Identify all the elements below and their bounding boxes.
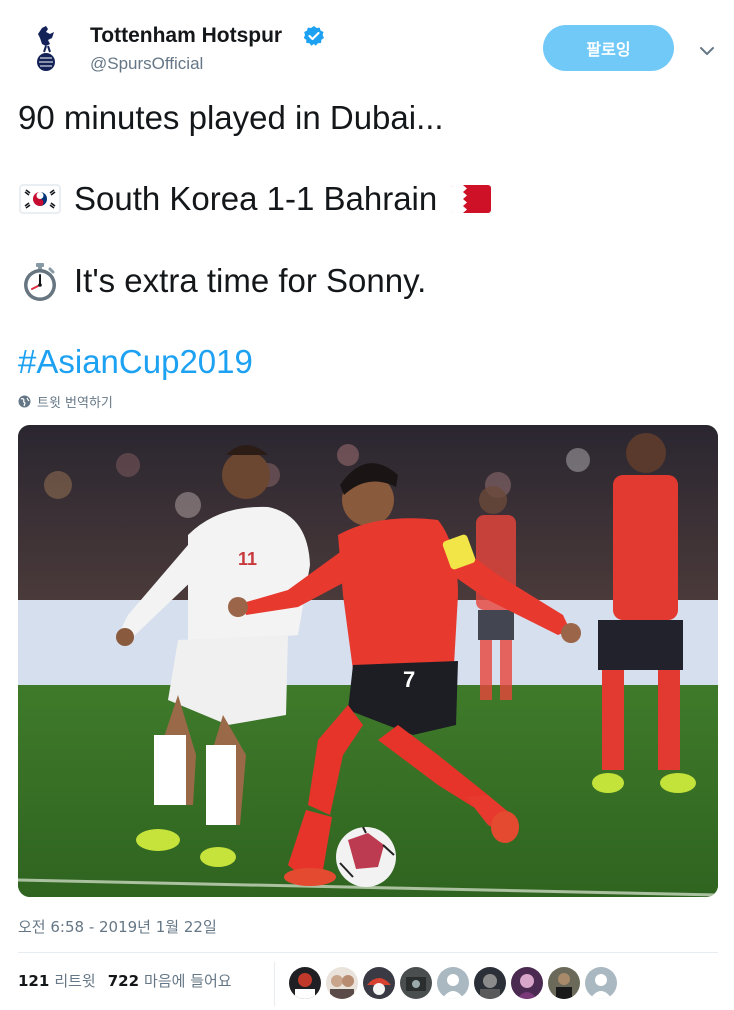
avatar-default-icon[interactable] xyxy=(585,967,617,999)
tweet-line-2: South Korea 1-1 Bahrain xyxy=(18,179,493,219)
globe-icon xyxy=(18,395,31,408)
translate-label: 트윗 번역하기 xyxy=(37,396,113,411)
spurs-logo-icon[interactable] xyxy=(24,24,68,74)
hashtag-link[interactable]: #AsianCup2019 xyxy=(18,342,253,382)
retweets-count[interactable]: 121 xyxy=(18,972,49,990)
verified-badge-icon xyxy=(303,25,325,47)
tweet-line-3: It's extra time for Sonny. xyxy=(18,261,426,301)
likes-label[interactable]: 마음에 들어요 xyxy=(144,970,232,991)
avatar-default-icon[interactable] xyxy=(437,967,469,999)
stopwatch-icon xyxy=(18,263,62,301)
account-name[interactable]: Tottenham Hotspur xyxy=(90,24,282,48)
chevron-down-icon[interactable] xyxy=(696,40,718,62)
following-button[interactable]: 팔로잉 xyxy=(543,25,674,71)
account-handle[interactable]: @SpursOfficial xyxy=(90,54,203,74)
avatar[interactable] xyxy=(400,967,432,999)
avatar[interactable] xyxy=(363,967,395,999)
avatar[interactable] xyxy=(511,967,543,999)
avatar[interactable] xyxy=(548,967,580,999)
retweets-label[interactable]: 리트윗 xyxy=(54,970,95,991)
tweet-header: Tottenham Hotspur @SpursOfficial 팔로잉 xyxy=(0,0,734,90)
tweet-photo[interactable]: 11 7 xyxy=(18,425,718,897)
svg-text:11: 11 xyxy=(238,549,257,569)
tweet-timestamp[interactable]: 오전 6:58 - 2019년 1월 22일 xyxy=(18,916,217,937)
south-korea-flag-icon xyxy=(18,181,62,217)
tweet-line-3-text: It's extra time for Sonny. xyxy=(74,262,427,299)
likes-count[interactable]: 722 xyxy=(108,972,139,990)
stats-divider xyxy=(18,952,718,953)
stats-separator xyxy=(274,962,275,1006)
football-match-photo: 11 7 xyxy=(18,425,718,897)
liker-avatars xyxy=(289,967,622,999)
avatar[interactable] xyxy=(474,967,506,999)
tweet-line-2-text: South Korea 1-1 Bahrain xyxy=(74,180,438,217)
avatar[interactable] xyxy=(326,967,358,999)
tweet-stats: 121 리트윗 722 마음에 들어요 xyxy=(18,970,244,991)
svg-text:7: 7 xyxy=(403,667,415,692)
bahrain-flag-icon xyxy=(449,181,493,217)
tweet-line-1: 90 minutes played in Dubai... xyxy=(18,99,444,136)
avatar[interactable] xyxy=(289,967,321,999)
translate-tweet-link[interactable]: 트윗 번역하기 xyxy=(18,392,113,411)
